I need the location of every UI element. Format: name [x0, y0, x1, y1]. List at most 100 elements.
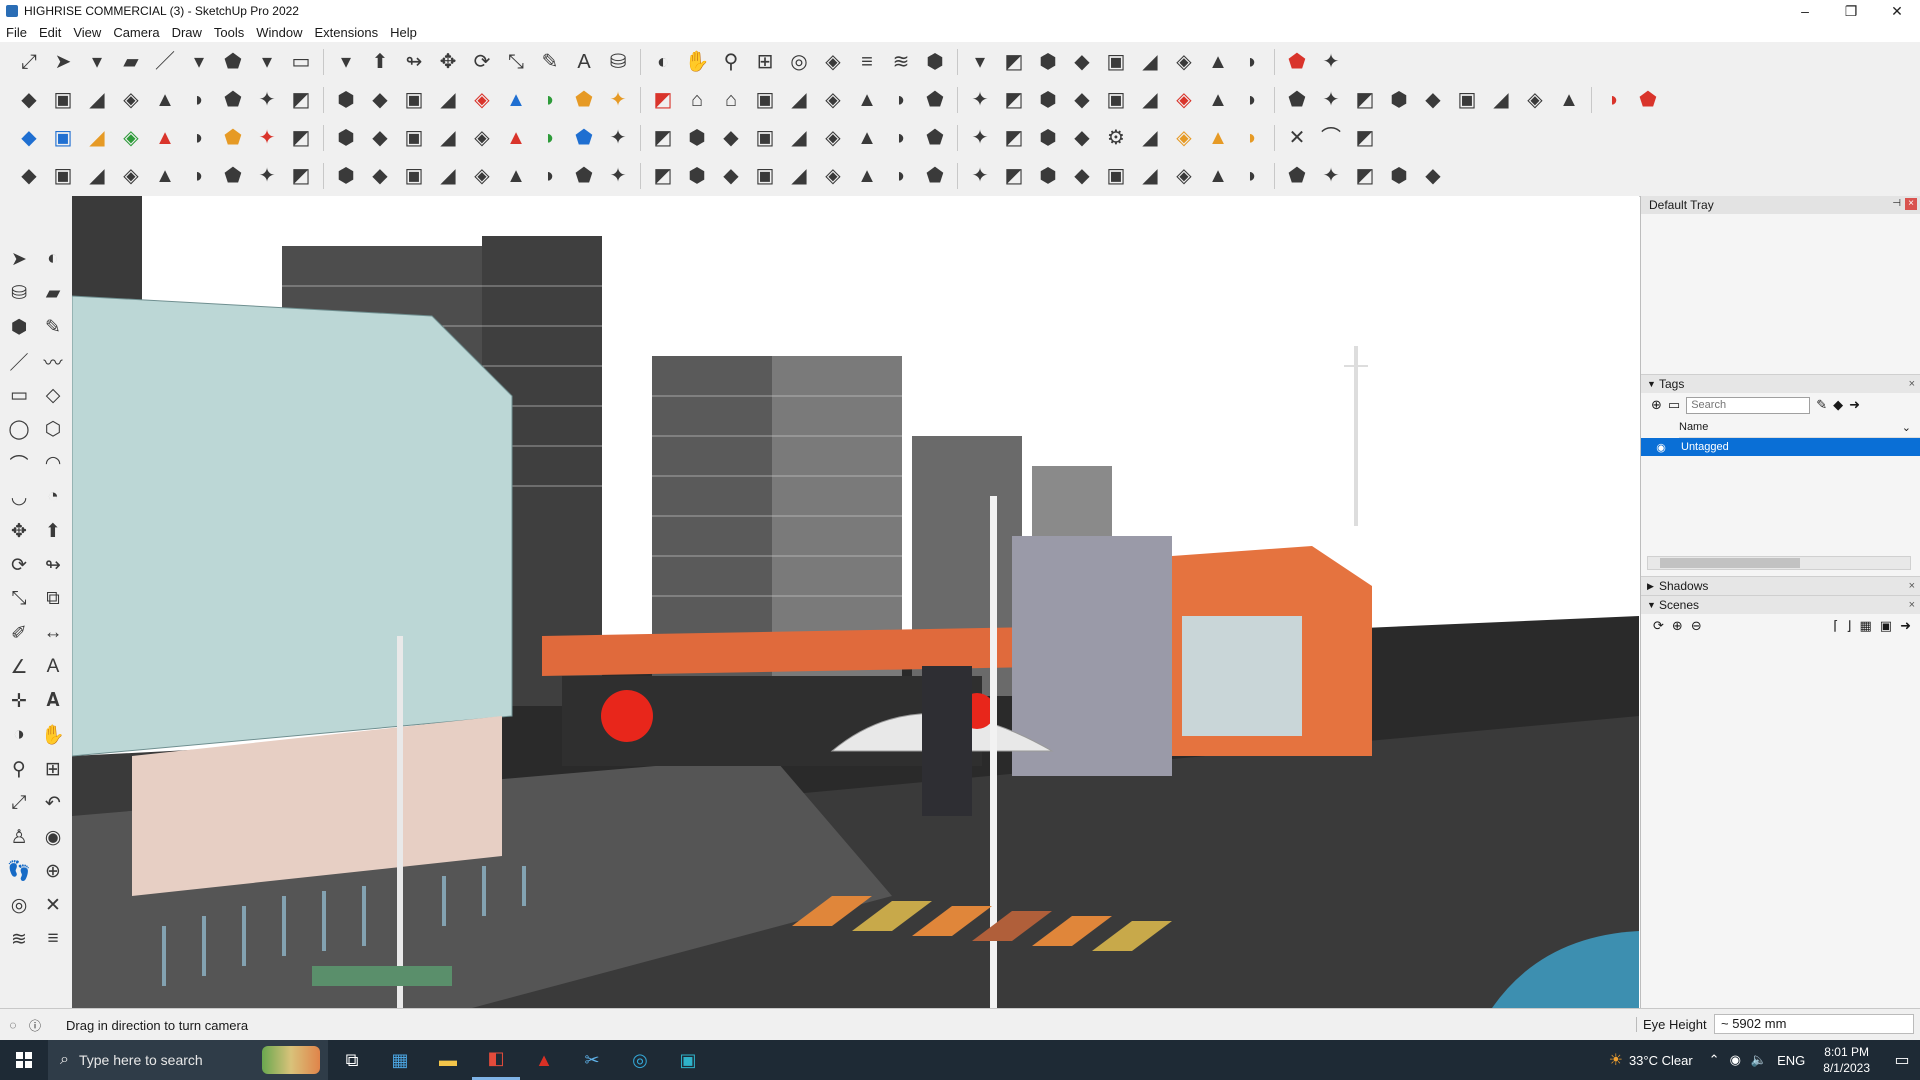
fit-icon[interactable]: ◈	[1169, 47, 1199, 77]
language-indicator[interactable]: ENG	[1777, 1053, 1805, 1068]
section-plane-icon[interactable]: ◎	[784, 47, 814, 77]
corner-icon[interactable]: ◆	[365, 161, 395, 191]
shadows-panel-header[interactable]: ▶ Shadows ×	[1641, 576, 1920, 595]
book-icon[interactable]: ▣	[750, 161, 780, 191]
add-scene-icon[interactable]: ⊕	[1672, 618, 1683, 634]
door-icon[interactable]: ⬢	[331, 123, 361, 153]
paint-tool-icon[interactable]: ◗	[184, 161, 214, 191]
position-camera-icon[interactable]: ♙	[4, 822, 34, 852]
slash-icon[interactable]: ◢	[784, 161, 814, 191]
display-sections-icon[interactable]: ✕	[38, 890, 68, 920]
stairs-icon[interactable]: ⬟	[569, 161, 599, 191]
tags-search-input[interactable]	[1686, 396, 1811, 414]
zoom-extents-icon[interactable]: ⤢	[4, 788, 34, 818]
sort-chevron-icon[interactable]: ⌄	[1902, 421, 1911, 434]
shape-1-icon[interactable]: ▲	[1203, 85, 1233, 115]
pattern-1-icon[interactable]: ⬟	[920, 161, 950, 191]
green-cross-icon[interactable]: ◗	[535, 123, 565, 153]
solid-subtract-icon[interactable]: ◗	[886, 85, 916, 115]
axis-orange-icon[interactable]: ⬟	[569, 85, 599, 115]
zoom-icon[interactable]: ⚲	[4, 754, 34, 784]
lantern-icon[interactable]: ⬢	[682, 161, 712, 191]
section-plane-icon[interactable]: ◎	[4, 890, 34, 920]
pan-icon[interactable]: ✋	[682, 47, 712, 77]
shaded-icon[interactable]: ◩	[286, 85, 316, 115]
share-model-icon[interactable]: ⬢	[1033, 47, 1063, 77]
weather-widget[interactable]: ☀ 33°C Clear	[1609, 1050, 1693, 1070]
shape-6-icon[interactable]: ⬢	[1384, 85, 1414, 115]
pattern-13-icon[interactable]: ◩	[1350, 161, 1380, 191]
freehand-icon[interactable]: 〰	[38, 346, 68, 376]
corner2-icon[interactable]: ▣	[399, 161, 429, 191]
calculator-app-icon[interactable]: ▦	[376, 1040, 424, 1080]
cone2-icon[interactable]: ◩	[648, 123, 678, 153]
grid-orange2-icon[interactable]: ▲	[1203, 123, 1233, 153]
grab-icon[interactable]: ◩	[648, 161, 678, 191]
slide-icon[interactable]: ◈	[467, 161, 497, 191]
dropdown-icon[interactable]: ▾	[965, 47, 995, 77]
top-view-icon[interactable]: ▣	[48, 85, 78, 115]
eraser-icon[interactable]: ▰	[116, 47, 146, 77]
tags-horizontal-scrollbar[interactable]	[1647, 556, 1911, 570]
extension-warehouse-icon[interactable]: ◆	[1067, 47, 1097, 77]
view-options-icon[interactable]: ▦	[1860, 618, 1872, 634]
menu-extensions[interactable]: Extensions	[309, 25, 385, 40]
shape-9-icon[interactable]: ◢	[1486, 85, 1516, 115]
get-models-icon[interactable]: ◩	[999, 47, 1029, 77]
tag-row[interactable]: ◉ Untagged	[1641, 438, 1920, 456]
menu-edit[interactable]: Edit	[33, 25, 67, 40]
house-solid-icon[interactable]: ◢	[784, 85, 814, 115]
tags-panel-header[interactable]: ▼ Tags ×	[1641, 374, 1920, 393]
right-view-icon[interactable]: ◈	[116, 85, 146, 115]
menu-draw[interactable]: Draw	[166, 25, 208, 40]
shape-7-icon[interactable]: ◆	[1418, 85, 1448, 115]
task-view-icon[interactable]: ⧉	[328, 1040, 376, 1080]
panel-close-icon[interactable]: ×	[1909, 580, 1915, 592]
dropdown-icon[interactable]: ▾	[82, 47, 112, 77]
shape-10-icon[interactable]: ◈	[1520, 85, 1550, 115]
spring-icon[interactable]: ◆	[716, 123, 746, 153]
shape-11-icon[interactable]: ▲	[1554, 85, 1584, 115]
rectangle-icon[interactable]: ▭	[286, 47, 316, 77]
grid-small-icon[interactable]: ◩	[1350, 123, 1380, 153]
solid-outer-icon[interactable]: ⬢	[1033, 85, 1063, 115]
pattern-6-icon[interactable]: ▣	[1101, 161, 1131, 191]
minimize-button[interactable]: –	[1782, 0, 1828, 22]
light-icon[interactable]: ◗	[535, 161, 565, 191]
car-icon[interactable]: ◢	[82, 161, 112, 191]
tags-column-header[interactable]: Name ⌄	[1679, 417, 1920, 438]
axis-blue-icon[interactable]: ▲	[501, 85, 531, 115]
walk-icon[interactable]: 👣	[4, 856, 34, 886]
arc-icon[interactable]: ⌒	[4, 448, 34, 478]
menu-file[interactable]: File	[0, 25, 33, 40]
solid-union-icon[interactable]: ▲	[852, 85, 882, 115]
select-icon[interactable]: ➤	[4, 244, 34, 274]
volume-icon[interactable]: 🔈	[1751, 1052, 1767, 1068]
zoom-icon[interactable]: ⚲	[716, 47, 746, 77]
hook-tool-icon[interactable]: ⬟	[218, 161, 248, 191]
front-icon[interactable]: ▲	[1203, 47, 1233, 77]
three-d-text-icon[interactable]: 𝐀	[38, 686, 68, 716]
tag-tool-icon[interactable]: ✎	[1816, 397, 1827, 413]
fence2-icon[interactable]: ▲	[852, 161, 882, 191]
tray-close-icon[interactable]: ×	[1905, 198, 1917, 210]
stairs2-icon[interactable]: ✦	[603, 161, 633, 191]
scissors-icon[interactable]: ◈	[116, 161, 146, 191]
snipping-tool-icon[interactable]: ✂	[568, 1040, 616, 1080]
pink-eraser-icon[interactable]: ⬟	[1633, 85, 1663, 115]
details-arrow-icon[interactable]: ➜	[1849, 397, 1860, 413]
hidden-icons-chevron-icon[interactable]: ⌃	[1709, 1052, 1720, 1068]
gem-icon[interactable]: ◆	[1067, 123, 1097, 153]
refresh-icon[interactable]: ⟳	[1653, 618, 1664, 634]
three-point-arc-icon[interactable]: ◡	[4, 482, 34, 512]
front-view-icon[interactable]: ◢	[82, 85, 112, 115]
close-button[interactable]: ✕	[1874, 0, 1920, 22]
eraser-icon[interactable]: ▰	[38, 278, 68, 308]
rotate-icon[interactable]: ⟳	[467, 47, 497, 77]
add-tag-icon[interactable]: ⊕	[1651, 397, 1662, 413]
yellow-diamond-icon[interactable]: ◢	[82, 123, 112, 153]
shaded-texture-icon[interactable]: ⬢	[331, 85, 361, 115]
info-icon[interactable]: ⓘ	[26, 1017, 44, 1034]
arrow-head-icon[interactable]: ◆	[716, 161, 746, 191]
fence-icon[interactable]: ◈	[818, 161, 848, 191]
